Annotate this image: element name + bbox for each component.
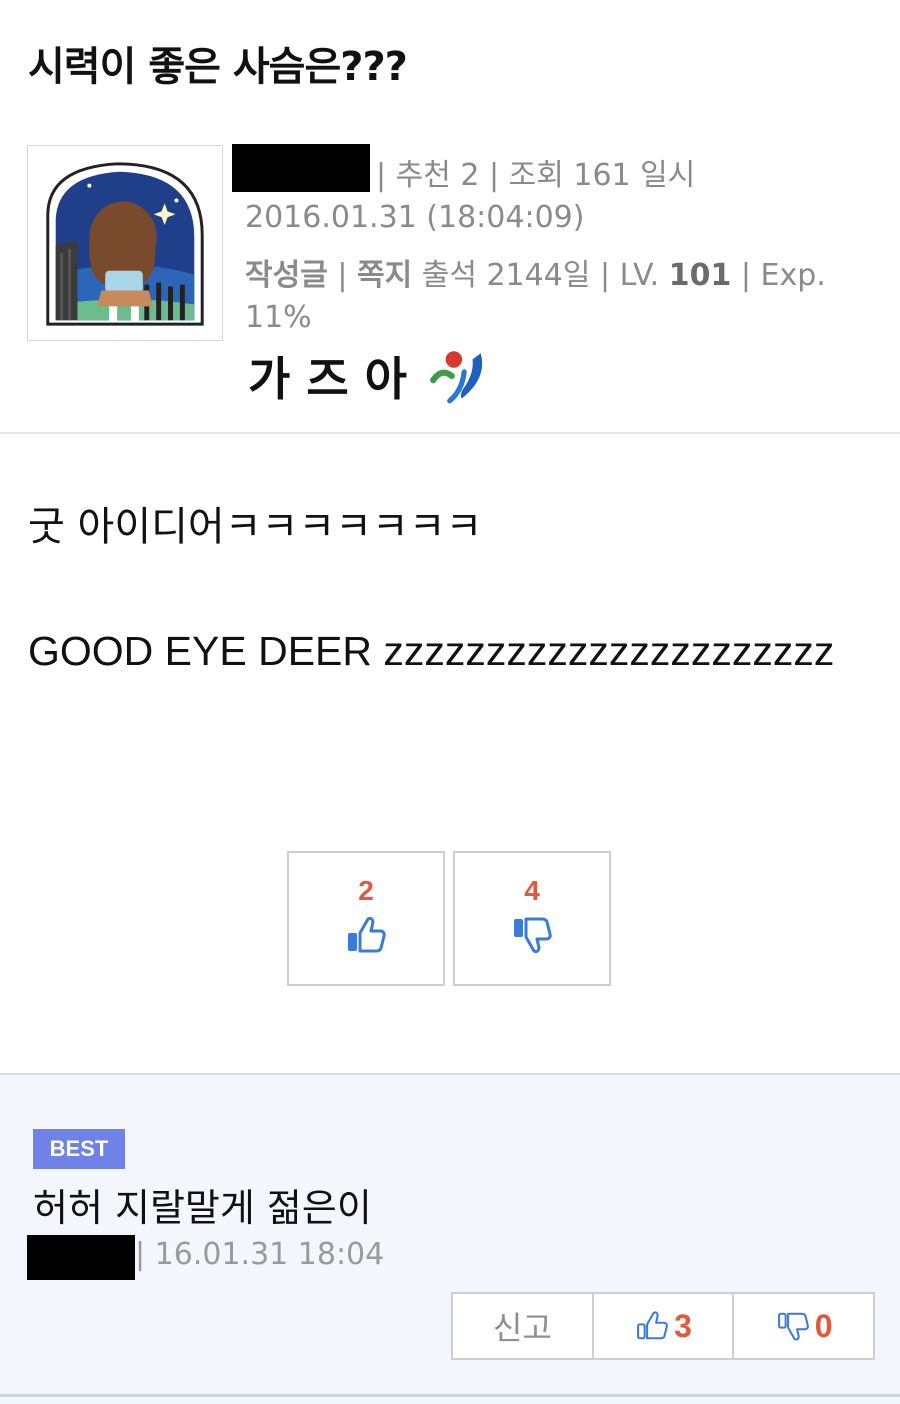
comment-downvote-count: 0 [814, 1307, 833, 1344]
thumbs-up-icon [637, 1311, 669, 1340]
best-comment-section: BEST 허허 지랄말게 젊은이 | 16.01.31 18:04 신고 3 0 [0, 1073, 900, 1404]
thumbs-down-icon [514, 917, 552, 954]
exp-label: | Exp. [731, 258, 826, 293]
level-value: 101 [668, 258, 732, 293]
report-button[interactable]: 신고 [453, 1294, 594, 1358]
comment-text: 허허 지랄말게 젊은이 [33, 1186, 372, 1230]
thumbs-up-icon [348, 916, 386, 953]
header-divider [0, 432, 900, 434]
signature-text: 가즈아 [248, 352, 423, 406]
post-datetime: 2016.01.31 (18:04:09) [245, 200, 585, 235]
post-stats: | 추천 2 | 조회 161 일시 [376, 158, 696, 193]
post-title: 시력이 좋은 사슴은??? [28, 44, 408, 90]
report-label: 신고 [492, 1309, 552, 1347]
author-posts-link[interactable]: 작성글 [245, 258, 328, 293]
comment-upvote-button[interactable]: 3 [594, 1294, 735, 1358]
bottom-divider [0, 1394, 900, 1397]
avatar-illustration [46, 162, 204, 326]
upvote-count: 2 [358, 875, 374, 906]
thumbs-down-icon [777, 1312, 809, 1341]
upvote-button[interactable]: 2 [287, 851, 445, 986]
author-signature: 가즈아 [248, 345, 489, 407]
comment-action-bar: 신고 3 0 [451, 1292, 875, 1360]
author-avatar[interactable] [27, 145, 223, 341]
commenter-name-redacted[interactable] [27, 1235, 135, 1280]
send-message-link[interactable]: 쪽지 [357, 258, 412, 293]
comment-upvote-count: 3 [674, 1307, 692, 1344]
author-name-redacted[interactable] [232, 144, 370, 192]
attendance-level: 출석 2144일 | LV. [412, 258, 669, 293]
author-info-row: 작성글 | 쪽지 출석 2144일 | LV. 101 | Exp. [245, 250, 826, 294]
best-badge: BEST [33, 1129, 125, 1169]
meta-separator: | [327, 258, 357, 293]
downvote-button[interactable]: 4 [453, 851, 611, 986]
signature-emblem-icon [430, 351, 483, 404]
downvote-count: 4 [524, 875, 540, 906]
post-body-line-1: 굿 아이디어ㅋㅋㅋㅋㅋㅋㅋ [28, 504, 483, 550]
post-body-line-2: GOOD EYE DEER zzzzzzzzzzzzzzzzzzzzzz [28, 628, 835, 674]
exp-value: 11% [245, 300, 312, 335]
comment-date: | 16.01.31 18:04 [135, 1237, 385, 1272]
comment-downvote-button[interactable]: 0 [734, 1294, 873, 1358]
